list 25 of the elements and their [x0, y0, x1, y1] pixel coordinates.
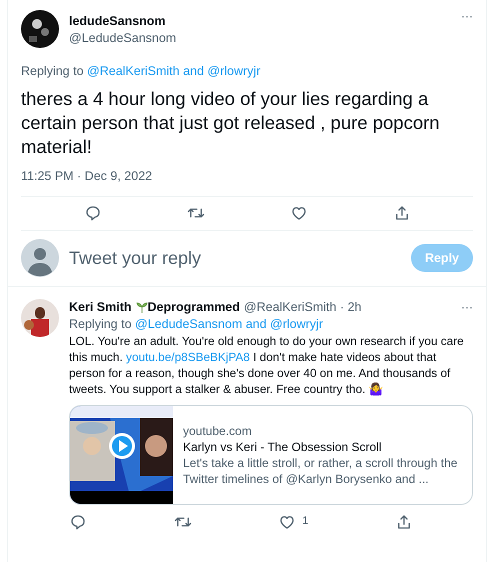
user-name[interactable]: ledudeSansnom: [69, 13, 176, 30]
user-name[interactable]: Keri Smith: [69, 298, 132, 316]
reply-icon[interactable]: [69, 512, 87, 530]
more-icon[interactable]: ···: [461, 298, 473, 316]
card-title: Karlyn vs Keri - The Obsession Scroll: [183, 438, 383, 454]
replying-to-text: Replying to @LedudeSansnom and @rlowryjr: [69, 316, 324, 332]
user-handle[interactable]: @LedudeSansnom: [69, 30, 176, 47]
tweet-timestamp[interactable]: 11:25 PM · Dec 9, 2022: [21, 166, 473, 186]
share-icon[interactable]: [395, 512, 413, 530]
more-icon[interactable]: ···: [461, 10, 473, 22]
avatar: [21, 10, 59, 48]
like-count: 1: [302, 514, 308, 530]
card-domain: youtube.com: [183, 422, 253, 438]
user-name-suffix[interactable]: Deprogrammed: [148, 298, 240, 316]
reply-text: LOL. You're an adult. You're old enough to do your own research if you care this much. youtu.be/p8SBeBKjPA8 I don't make hate videos about that person for a reason, though she's done over 40 on me. And thousands of tweets. You support a stalker & abuser. Free country tho. 🤷‍♀: [69, 332, 465, 396]
reply-icon[interactable]: [84, 204, 102, 222]
tweet-text: theres a 4 hour long video of your lies regarding a certain person that just got released , pure popcorn material!: [21, 86, 441, 159]
user-avatar-placeholder: [21, 239, 59, 277]
user-handle[interactable]: @RealKeriSmith · 2h: [244, 298, 362, 316]
heart-icon[interactable]: [290, 204, 308, 222]
replying-to-text: Replying to @RealKeriSmith and @rlowryjr: [21, 63, 262, 80]
sprout-icon: [136, 301, 148, 313]
link-card[interactable]: youtube.com Karlyn vs Keri - The Obsession Scroll Let's take a little stroll, or rather, a scroll through the Twitter timelines of @Karlyn Borysenko and ...: [69, 404, 473, 504]
avatar: [21, 298, 59, 336]
card-description: Let's take a little stroll, or rather, a scroll through the Twitter timelines of @Karlyn Borysenko and ...: [183, 454, 458, 486]
